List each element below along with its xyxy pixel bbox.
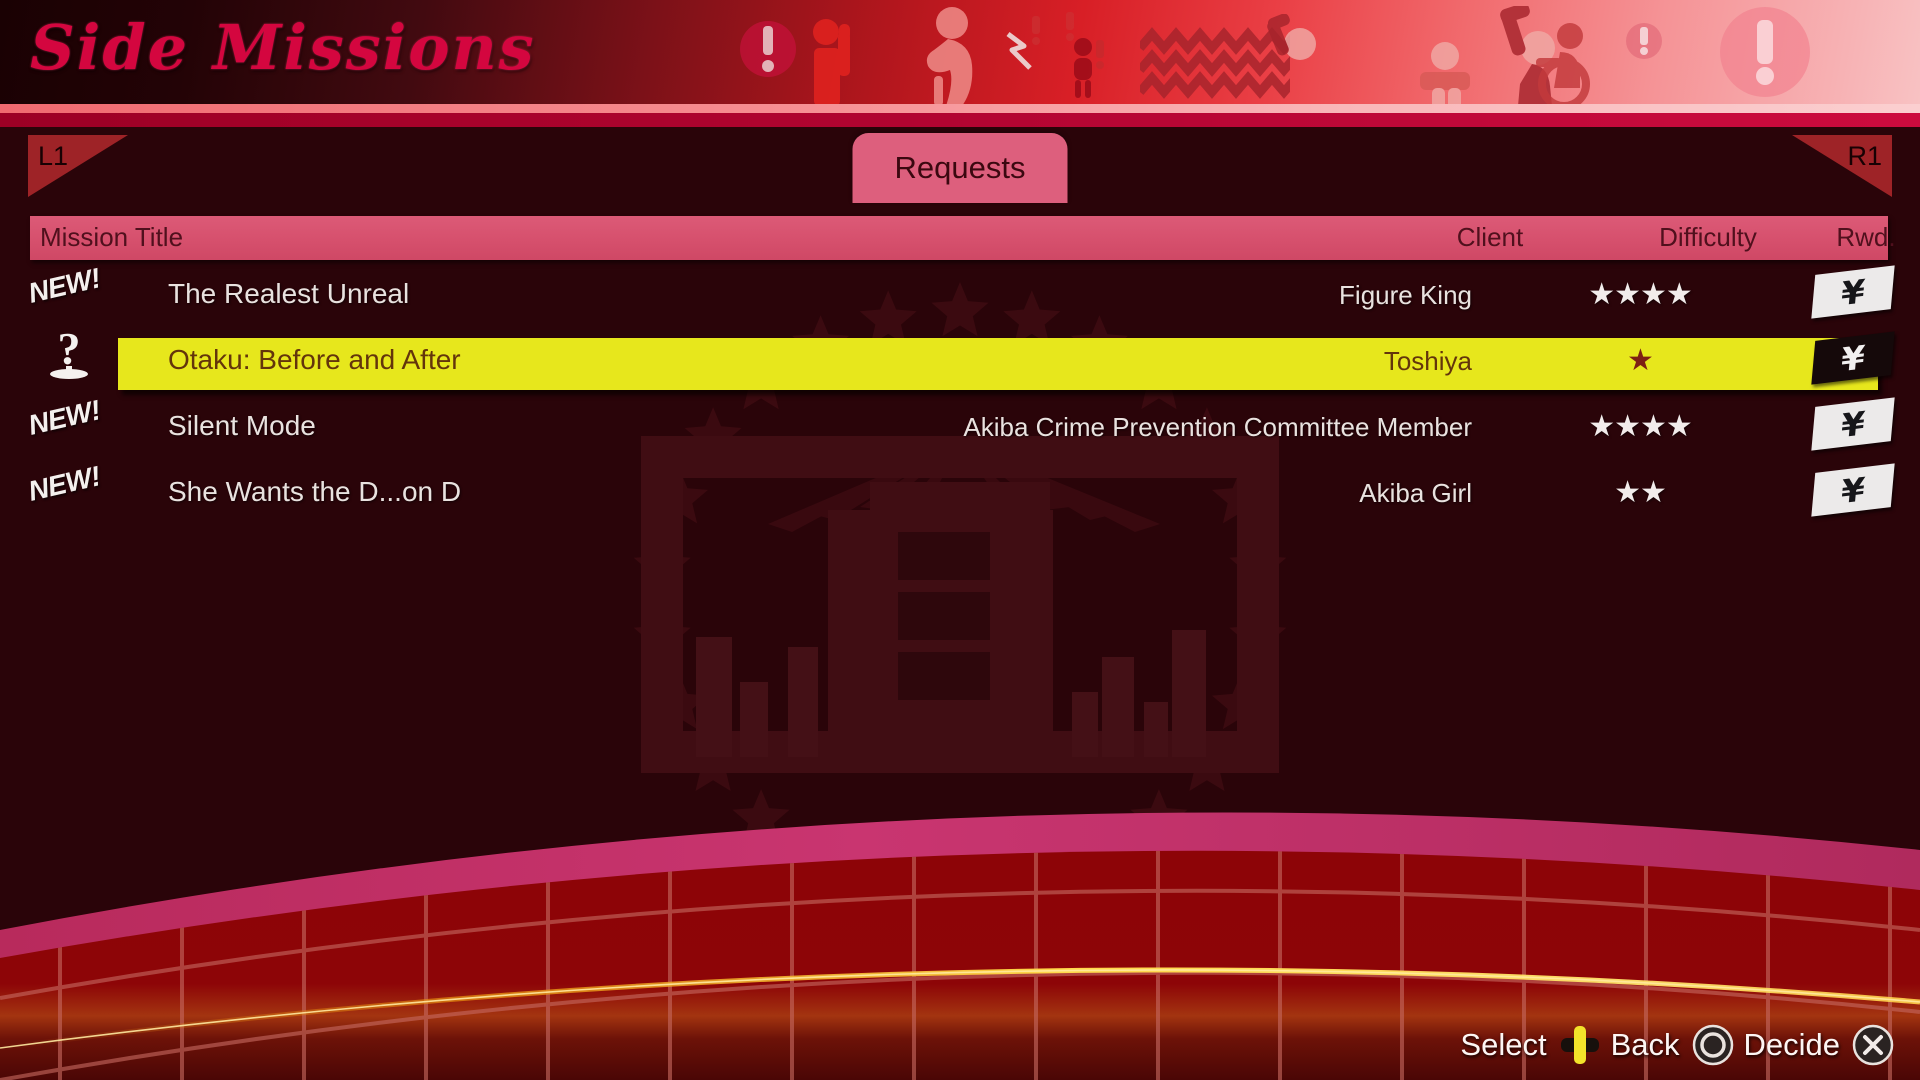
person-raising-hand-icon [813, 19, 850, 104]
l1-bumper-button[interactable]: L1 [28, 135, 128, 197]
footer-control-hints: Select Back Decide [1460, 1020, 1894, 1070]
r1-bumper-button[interactable]: R1 [1792, 135, 1892, 197]
dpad-icon[interactable] [1559, 1024, 1601, 1066]
mission-title: The Realest Unreal [168, 278, 410, 309]
page-title: Side Missions [30, 11, 536, 84]
table-row[interactable]: NEW! She Wants the D...on D Akiba Girl ★★ ¥ [0, 460, 1920, 535]
column-header-mission-title: Mission Title [40, 222, 184, 252]
circle-button-icon[interactable] [1692, 1024, 1734, 1066]
back-hint-label: Back [1610, 1027, 1680, 1062]
exclamation-circle-icon [740, 21, 796, 77]
exclamation-circle-large-icon [1720, 7, 1810, 97]
mission-reward: ¥ [1806, 265, 1898, 322]
tab-bar: L1 R1 Requests [0, 127, 1920, 209]
mission-difficulty: ★★ [1614, 476, 1667, 509]
yen-bill-icon: ¥ [1811, 265, 1895, 319]
person-standing-icon [1420, 42, 1470, 104]
header-underline-crimson [0, 113, 1920, 127]
mission-reward: ¥ [1806, 463, 1898, 520]
mission-client: Figure King [1339, 280, 1472, 310]
wheelchair-person-icon [1536, 23, 1590, 104]
column-header-reward: Rwd. [1836, 222, 1896, 252]
exclamation-small-icon [1096, 40, 1104, 69]
yen-bill-icon: ¥ [1811, 331, 1895, 385]
person-swimming-icon [1267, 14, 1316, 60]
decide-hint-label: Decide [1743, 1027, 1841, 1062]
header-underline-light [0, 104, 1920, 113]
mission-title: Otaku: Before and After [168, 344, 461, 375]
mission-title: Silent Mode [168, 410, 316, 441]
table-row[interactable]: ? Otaku: Before and After Toshiya ★ ¥ [0, 323, 1920, 403]
cross-button-icon[interactable] [1852, 1024, 1894, 1066]
mission-client: Akiba Girl [1359, 478, 1472, 508]
column-header-client: Client [1456, 222, 1524, 252]
yen-bill-icon: ¥ [1811, 463, 1895, 517]
new-badge: NEW! [25, 262, 104, 309]
mission-list: NEW! The Realest Unreal Figure King ★★★★ ¥? O… [0, 262, 1920, 522]
mission-reward: ¥ [1806, 397, 1898, 454]
side-missions-screen: Side Missions L1 R1 Requests Mission Tit… [0, 0, 1920, 1080]
tab-requests[interactable]: Requests [852, 133, 1068, 203]
select-hint-label: Select [1460, 1027, 1547, 1062]
mission-reward: ¥ [1806, 331, 1898, 388]
mission-client: Toshiya [1383, 346, 1472, 376]
exclamation-small-icon [1032, 16, 1040, 45]
table-column-header: Mission Title Client Difficulty Rwd. [30, 216, 1896, 260]
mission-difficulty: ★★★★ [1588, 278, 1693, 311]
table-row[interactable]: NEW! The Realest Unreal Figure King ★★★★ ¥ [0, 262, 1920, 337]
mission-difficulty: ★ [1627, 344, 1654, 377]
tab-requests-label: Requests [894, 150, 1026, 185]
column-header-difficulty: Difficulty [1659, 222, 1757, 252]
yen-bill-icon: ¥ [1811, 397, 1895, 451]
header-banner: Side Missions [0, 0, 1920, 104]
mission-title: She Wants the D...on D [168, 476, 462, 507]
mission-client: Akiba Crime Prevention Committee Member [963, 412, 1472, 442]
question-mark-icon: ? [42, 323, 96, 380]
table-row[interactable]: NEW! Silent Mode Akiba Crime Prevention Co… [0, 394, 1920, 469]
mission-difficulty: ★★★★ [1588, 410, 1693, 443]
l1-bumper-label: L1 [38, 141, 69, 171]
r1-bumper-label: R1 [1847, 141, 1882, 171]
exclamation-badge-icon [1626, 23, 1662, 59]
exclamation-small-icon [1066, 12, 1074, 41]
